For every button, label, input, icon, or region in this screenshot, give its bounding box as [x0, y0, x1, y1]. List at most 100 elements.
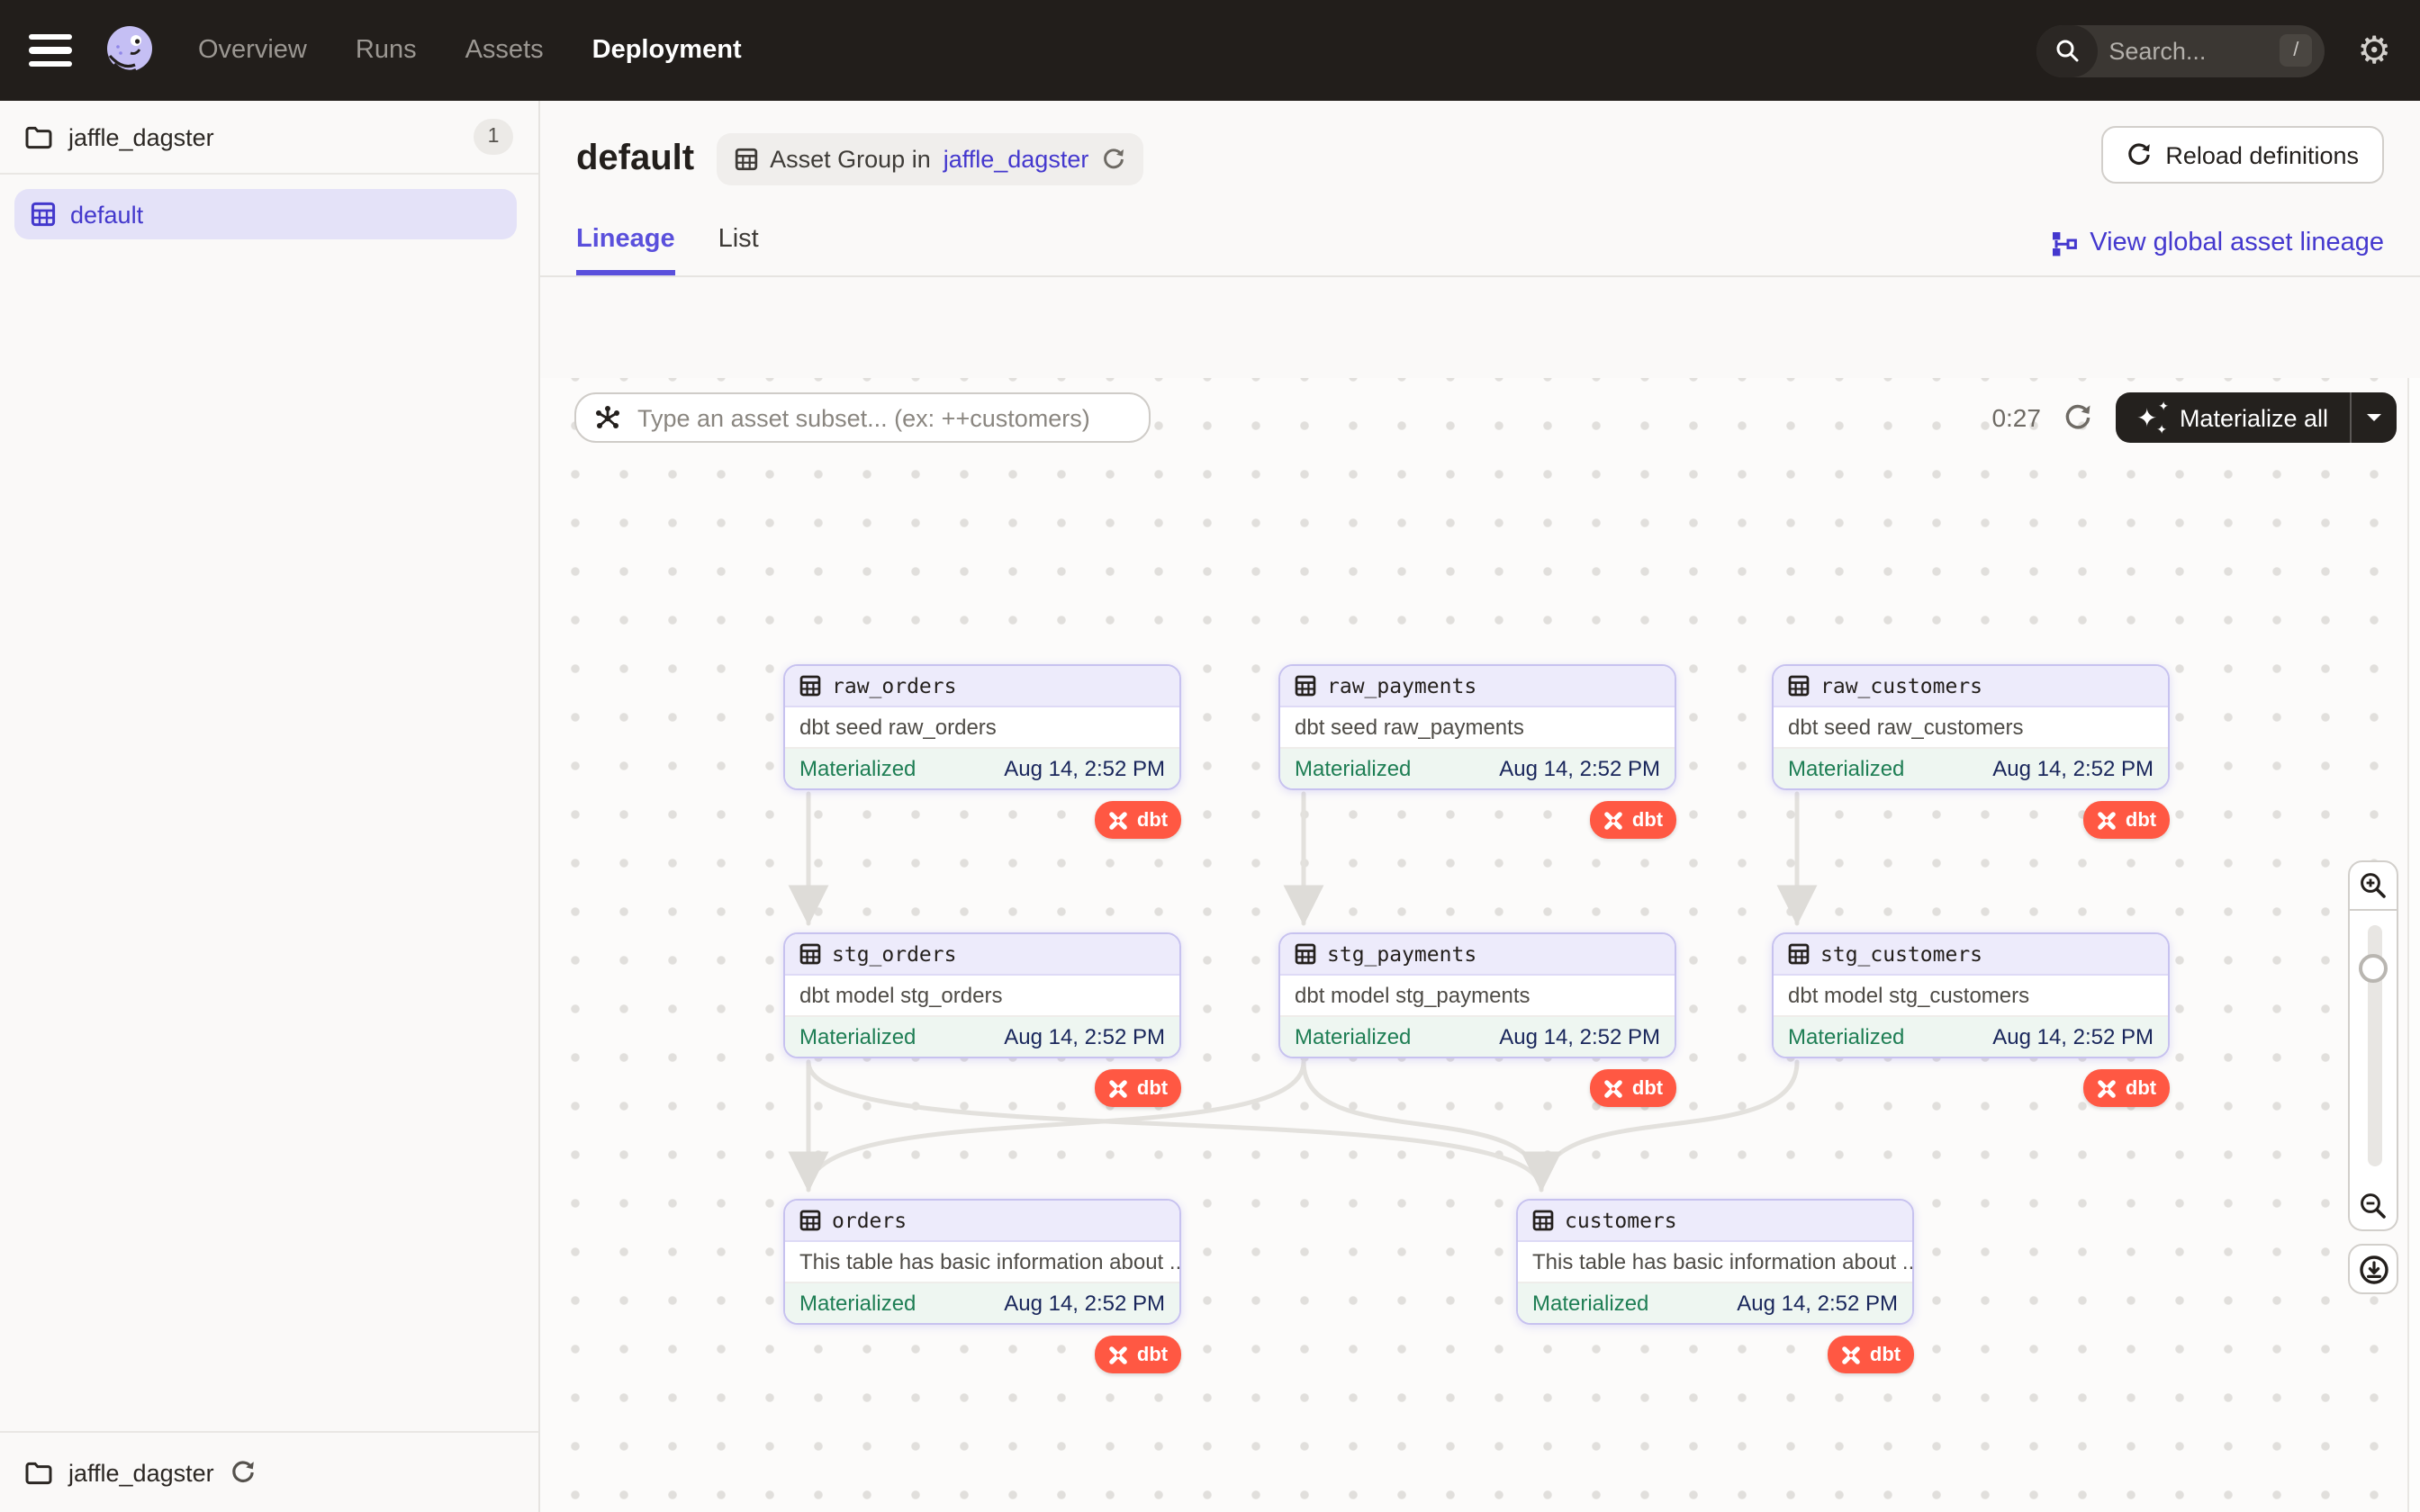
- nav-item-deployment[interactable]: Deployment: [592, 36, 742, 65]
- asset-timestamp[interactable]: Aug 14, 2:52 PM: [1499, 1024, 1660, 1049]
- dbt-logo-icon: [1108, 1077, 1130, 1099]
- sidebar-code-location-row[interactable]: jaffle_dagster 1: [0, 101, 538, 175]
- dbt-badge-label: dbt: [1137, 809, 1168, 831]
- hamburger-menu-icon[interactable]: [29, 34, 72, 67]
- asset-subset-input[interactable]: [634, 402, 1131, 433]
- asset-description: dbt model stg_customers: [1774, 976, 2168, 1017]
- table-icon: [1788, 675, 1810, 697]
- asset-node[interactable]: customers This table has basic informati…: [1516, 1199, 1914, 1325]
- materialize-all-button[interactable]: ✦✦✦ Materialize all: [2117, 392, 2350, 443]
- asset-node-header: orders: [785, 1201, 1179, 1242]
- group-pill-prefix: Asset Group in: [770, 146, 931, 173]
- asset-name: customers: [1565, 1208, 1677, 1233]
- zoom-slider-knob[interactable]: [2359, 954, 2388, 983]
- zoom-in-button[interactable]: [2348, 860, 2398, 911]
- asset-group-header: default Asset Group in jaffle_dagster: [540, 101, 2420, 277]
- asset-node-header: raw_orders: [785, 666, 1179, 707]
- asset-status: Materialized: [799, 756, 916, 781]
- table-icon: [799, 943, 821, 965]
- chevron-down-icon: [2366, 412, 2382, 423]
- asset-status: Materialized: [799, 1291, 916, 1316]
- asset-subset-filter[interactable]: [574, 392, 1151, 443]
- asset-description: dbt seed raw_payments: [1280, 707, 1675, 749]
- asset-timestamp[interactable]: Aug 14, 2:52 PM: [1004, 1291, 1165, 1316]
- nav-item-runs[interactable]: Runs: [356, 36, 417, 65]
- asset-node[interactable]: raw_customers dbt seed raw_customers Mat…: [1772, 664, 2170, 790]
- asset-node-footer: Materialized Aug 14, 2:52 PM: [785, 749, 1179, 788]
- viewport-scrollbar[interactable]: [2407, 378, 2420, 1512]
- download-image-button[interactable]: [2348, 1244, 2398, 1294]
- asset-timestamp[interactable]: Aug 14, 2:52 PM: [1992, 756, 2154, 781]
- dagster-logo-icon[interactable]: [101, 22, 158, 79]
- folder-icon: [25, 125, 52, 148]
- asset-node-header: stg_customers: [1774, 934, 2168, 976]
- sparkles-icon: ✦✦✦: [2138, 404, 2165, 431]
- asset-name: raw_customers: [1820, 673, 1982, 698]
- dbt-badge: dbt: [1828, 1336, 1914, 1373]
- asset-node[interactable]: orders This table has basic information …: [783, 1199, 1181, 1325]
- asset-description: This table has basic information about .…: [1518, 1242, 1912, 1283]
- dbt-badge: dbt: [1095, 801, 1181, 839]
- group-pill-location-link[interactable]: jaffle_dagster: [944, 146, 1089, 173]
- dbt-logo-icon: [1108, 809, 1130, 831]
- tab-lineage[interactable]: Lineage: [576, 225, 675, 275]
- asset-name: orders: [832, 1208, 907, 1233]
- refresh-icon[interactable]: [2064, 403, 2093, 432]
- asset-name: raw_payments: [1327, 673, 1476, 698]
- asset-description: dbt model stg_orders: [785, 976, 1179, 1017]
- dagster-app: Overview Runs Assets Deployment / ⚙ jaffle_…: [0, 0, 2420, 1512]
- asset-count-badge: 1: [474, 119, 513, 155]
- asset-description: dbt seed raw_customers: [1774, 707, 2168, 749]
- nav-item-overview[interactable]: Overview: [198, 36, 307, 65]
- view-global-asset-lineage-link[interactable]: View global asset lineage: [2050, 229, 2384, 257]
- asset-node[interactable]: stg_orders dbt model stg_orders Material…: [783, 932, 1181, 1058]
- lineage-viewport[interactable]: raw_orders dbt seed raw_orders Materiali…: [540, 378, 2420, 1512]
- sidebar-item-label: default: [70, 201, 143, 228]
- tab-list[interactable]: List: [718, 225, 759, 275]
- asset-node[interactable]: stg_payments dbt model stg_payments Mate…: [1278, 932, 1676, 1058]
- table-icon: [799, 1210, 821, 1231]
- folder-icon: [25, 1461, 52, 1484]
- asset-status: Materialized: [799, 1024, 916, 1049]
- asset-timestamp[interactable]: Aug 14, 2:52 PM: [1004, 756, 1165, 781]
- dbt-badge-label: dbt: [1632, 809, 1663, 831]
- refresh-icon[interactable]: [230, 1460, 256, 1485]
- asset-node-footer: Materialized Aug 14, 2:52 PM: [1280, 1017, 1675, 1057]
- asset-node-header: stg_payments: [1280, 934, 1675, 976]
- asset-timestamp[interactable]: Aug 14, 2:52 PM: [1737, 1291, 1898, 1316]
- dbt-badge-label: dbt: [1137, 1077, 1168, 1099]
- materialize-all-button-group: ✦✦✦ Materialize all: [2117, 392, 2397, 443]
- refresh-icon[interactable]: [1101, 148, 1124, 171]
- refresh-timer: 0:27: [1991, 403, 2041, 432]
- asset-node[interactable]: stg_customers dbt model stg_customers Ma…: [1772, 932, 2170, 1058]
- search-input[interactable]: [2098, 37, 2280, 64]
- asset-node[interactable]: raw_orders dbt seed raw_orders Materiali…: [783, 664, 1181, 790]
- settings-gear-icon[interactable]: ⚙: [2357, 32, 2391, 69]
- asset-timestamp[interactable]: Aug 14, 2:52 PM: [1992, 1024, 2154, 1049]
- sidebar-item-default[interactable]: default: [14, 189, 517, 239]
- dbt-badge-label: dbt: [1137, 1344, 1168, 1365]
- reload-definitions-button[interactable]: Reload definitions: [2100, 126, 2384, 184]
- asset-status: Materialized: [1788, 756, 1904, 781]
- lineage-icon: [2050, 230, 2077, 256]
- materialize-options-caret[interactable]: [2350, 392, 2397, 443]
- materialize-all-label: Materialize all: [2180, 404, 2328, 431]
- top-navigation-bar: Overview Runs Assets Deployment / ⚙: [0, 0, 2420, 101]
- asset-timestamp[interactable]: Aug 14, 2:52 PM: [1499, 756, 1660, 781]
- table-icon: [734, 148, 757, 171]
- asset-name: stg_customers: [1820, 941, 1982, 967]
- asset-status: Materialized: [1295, 1024, 1411, 1049]
- asset-node-footer: Materialized Aug 14, 2:52 PM: [1774, 1017, 2168, 1057]
- dbt-badge: dbt: [1095, 1336, 1181, 1373]
- asset-status: Materialized: [1788, 1024, 1904, 1049]
- zoom-out-button[interactable]: [2348, 1181, 2398, 1231]
- asset-timestamp[interactable]: Aug 14, 2:52 PM: [1004, 1024, 1165, 1049]
- global-search[interactable]: /: [2036, 24, 2325, 76]
- asset-node[interactable]: raw_payments dbt seed raw_payments Mater…: [1278, 664, 1676, 790]
- asset-node-header: stg_orders: [785, 934, 1179, 976]
- table-icon: [1295, 943, 1316, 965]
- nav-item-assets[interactable]: Assets: [465, 36, 544, 65]
- asset-node-header: raw_customers: [1774, 666, 2168, 707]
- dbt-badge-label: dbt: [2126, 1077, 2156, 1099]
- table-icon: [1788, 943, 1810, 965]
